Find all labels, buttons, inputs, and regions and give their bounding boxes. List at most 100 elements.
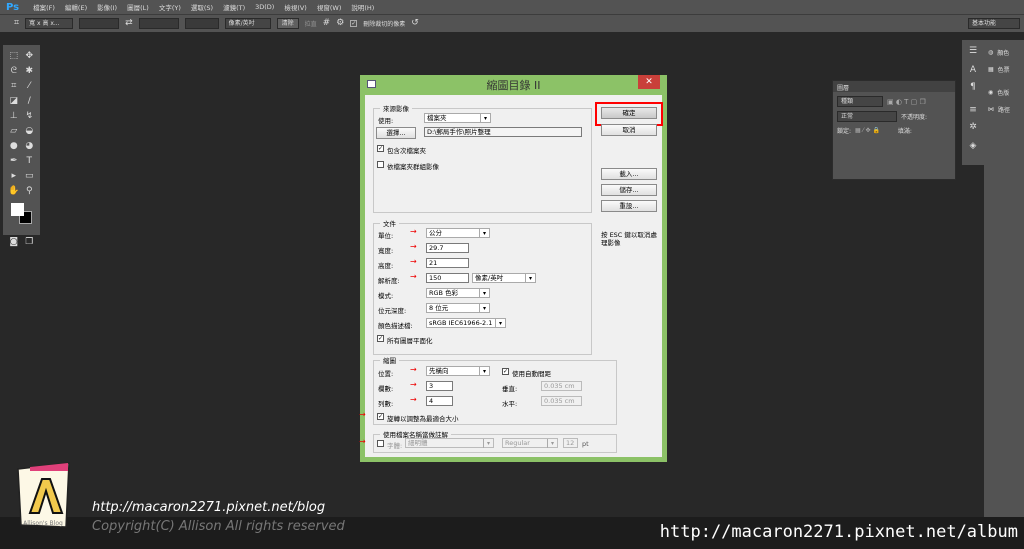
fill-label: 填滿: [897,128,912,135]
gear-icon[interactable]: ⚙ [336,18,344,29]
cancel-button[interactable]: 取消 [601,124,657,136]
include-subfolders-checkbox[interactable]: ✓ [377,145,384,152]
height-field[interactable] [138,18,179,29]
red-arrow-icon: → [410,257,417,266]
save-button[interactable]: 儲存... [601,184,657,196]
layer-filter-select[interactable]: 種類 [837,96,883,107]
font-select[interactable]: 細明體 [405,438,494,448]
choose-button[interactable]: 選擇... [376,127,416,139]
width-field[interactable] [79,18,120,29]
layers-tab[interactable]: 圖層 [833,81,955,92]
unit-select[interactable]: 像素/英吋 [224,18,271,29]
eraser-icon[interactable]: ▱ [6,126,22,137]
type-icon[interactable]: T [22,156,38,167]
bucket-icon[interactable]: ◒ [22,126,38,137]
use-select[interactable]: 檔案夾 [424,113,491,123]
color-profile-select[interactable]: sRGB IEC61966-2.1 [426,318,506,328]
menu-edit[interactable]: 編輯(E) [65,2,87,12]
blur-icon[interactable]: ● [6,141,22,152]
columns-input[interactable]: 3 [426,381,453,391]
eyedropper-icon[interactable]: ⁄ [22,81,38,92]
color-swatches[interactable] [6,201,37,224]
hand-icon[interactable]: ✋ [6,186,22,197]
font-style-select[interactable]: Regular [502,438,558,448]
lasso-icon[interactable]: ᘓ [6,66,22,77]
flatten-layers-checkbox[interactable]: ✓ [377,335,384,342]
move-icon[interactable]: ✥ [22,51,38,62]
brush-icon[interactable]: / [22,96,38,107]
reset-button[interactable]: 重設... [601,200,657,212]
height-input[interactable]: 21 [426,258,469,268]
source-path-field[interactable]: D:\郵局手作\照片整理 [424,127,582,137]
menu-file[interactable]: 檔案(F) [33,2,55,12]
menu-type[interactable]: 文字(Y) [159,2,181,12]
resolution-input[interactable]: 150 [426,273,469,283]
menu-layer[interactable]: 圖層(L) [127,2,149,12]
ratio-select[interactable]: 寬 x 高 x... [25,18,74,29]
menu-help[interactable]: 說明(H) [351,2,374,12]
red-arrow-icon: → [410,365,417,374]
menu-filter[interactable]: 濾鏡(T) [223,2,245,12]
straighten-button[interactable]: 拉直 [305,19,317,28]
quick-mask-icon[interactable]: ◙ [6,237,22,248]
swap-icon[interactable]: ⇄ [125,18,133,29]
bit-depth-select[interactable]: 8 位元 [426,303,490,313]
zoom-icon[interactable]: ⚲ [22,186,38,197]
unit-select[interactable]: 公分 [426,228,490,238]
horizontal-spacing-input[interactable]: 0.035 cm [541,396,582,406]
workspace-select[interactable]: 基本功能 [968,18,1020,29]
auto-spacing-checkbox[interactable]: ✓ [502,368,509,375]
delete-cropped-checkbox[interactable]: ✓ [350,20,358,27]
rows-input[interactable]: 4 [426,396,453,406]
panel-channels[interactable]: ◉ 色版 [984,84,1024,101]
crop-icon[interactable]: ⌗ [6,81,22,92]
layers-icon[interactable]: ◈ [962,141,984,152]
close-button[interactable]: ✕ [638,75,660,89]
vertical-spacing-input[interactable]: 0.035 cm [541,381,582,391]
font-size-input[interactable]: 12 [563,438,578,448]
properties-icon[interactable]: ☰ [962,46,984,57]
resolution-unit-select[interactable]: 像素/英吋 [472,273,536,283]
marquee-icon[interactable]: ⬚ [6,51,22,62]
bit-depth-label: 位元深度: [378,307,407,315]
menu-view[interactable]: 檢視(V) [284,2,307,12]
panel-swatches[interactable]: ▦ 色票 [984,61,1024,78]
menu-window[interactable]: 視窗(W) [317,2,342,12]
filter-icons[interactable]: ▣ ◐ T ▢ ❐ [887,98,926,106]
clear-button[interactable]: 清除 [276,18,299,29]
character-icon[interactable]: A [962,65,984,76]
paragraph-icon[interactable]: ¶ [962,82,984,93]
menu-3d[interactable]: 3D(D) [255,3,274,11]
panel-color[interactable]: ◍ 顏色 [984,44,1024,61]
screen-mode-icon[interactable]: ❐ [22,237,38,248]
panel-paths[interactable]: ⋈ 路徑 [984,101,1024,118]
healing-icon[interactable]: ◪ [6,96,22,107]
resolution-field[interactable] [184,18,219,29]
blend-mode-select[interactable]: 正常 [837,111,897,122]
path-select-icon[interactable]: ▸ [6,171,22,182]
load-button[interactable]: 載入... [601,168,657,180]
rotate-checkbox[interactable]: ✓ [377,413,384,420]
blog-url: http://macaron2271.pixnet.net/blog [92,500,326,515]
crop-tool-icon[interactable]: ⌗ [14,18,19,29]
mode-select[interactable]: RGB 色彩 [426,288,490,298]
dodge-icon[interactable]: ◕ [22,141,38,152]
group-by-folder-checkbox[interactable] [377,161,384,168]
menu-select[interactable]: 選取(S) [191,2,213,12]
styles-icon[interactable]: ✲ [962,122,984,133]
magic-wand-icon[interactable]: ✱ [22,66,38,77]
history-brush-icon[interactable]: ↯ [22,111,38,122]
menu-image[interactable]: 影像(I) [97,2,117,12]
stamp-icon[interactable]: ⊥ [6,111,22,122]
ok-button[interactable]: 確定 [601,107,657,119]
shape-icon[interactable]: ▭ [22,171,38,182]
width-input[interactable]: 29.7 [426,243,469,253]
vertical-label: 垂直: [502,385,518,393]
grid-overlay-icon[interactable]: # [323,18,331,29]
reset-icon[interactable]: ↺ [411,18,419,29]
pen-icon[interactable]: ✒ [6,156,22,167]
lock-icons[interactable]: ▦ ⁄ ✥ 🔒 [855,127,880,134]
caption-checkbox[interactable] [377,440,384,447]
place-select[interactable]: 先橫向 [426,366,490,376]
adjustments-icon[interactable]: ≡ [962,105,984,116]
